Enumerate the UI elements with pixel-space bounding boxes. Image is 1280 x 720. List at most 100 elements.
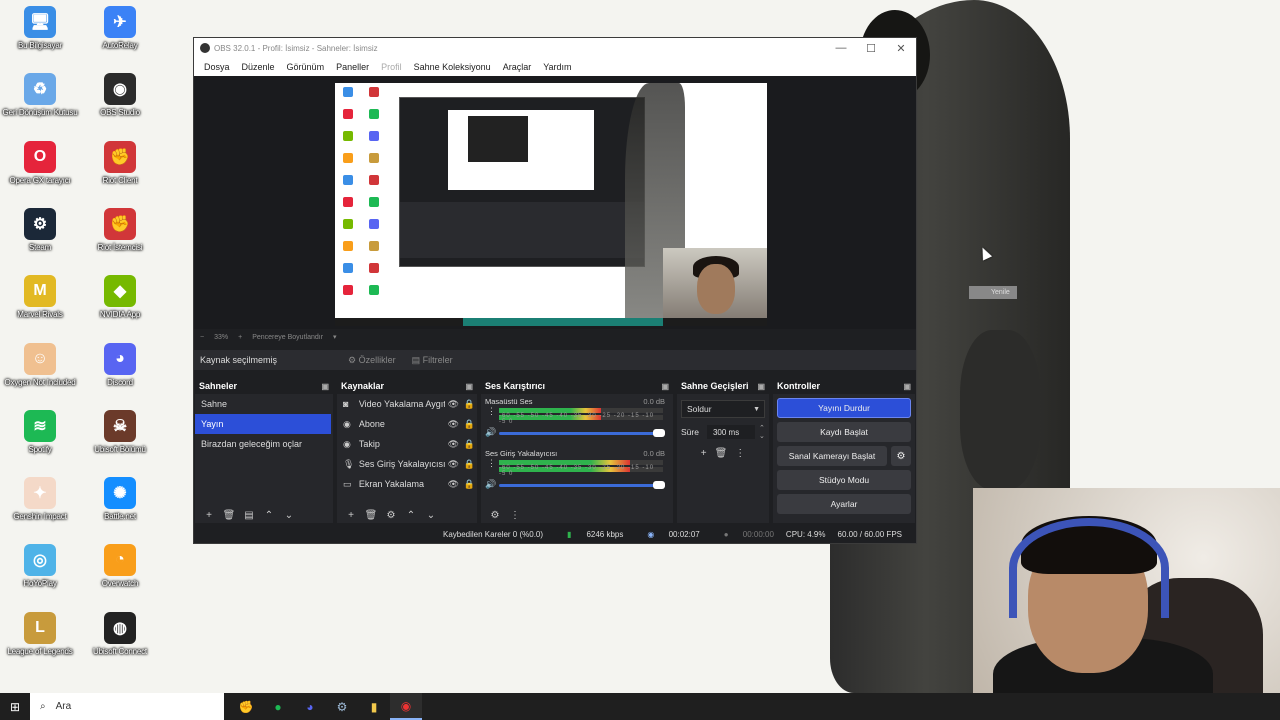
transition-menu-icon[interactable]: ⋮ bbox=[735, 448, 745, 459]
volume-slider[interactable] bbox=[499, 429, 665, 437]
close-button[interactable]: ✕ bbox=[886, 42, 916, 55]
spotify-taskbar-icon[interactable]: ● bbox=[262, 693, 294, 720]
volume-slider-knob[interactable] bbox=[653, 429, 665, 437]
desktop-shortcut[interactable]: O Opera GX tarayıcı bbox=[0, 140, 80, 203]
desktop-shortcut[interactable]: ♻ Geri Dönüşüm Kutusu bbox=[0, 73, 80, 135]
steam-taskbar-icon[interactable]: ⚙ bbox=[326, 693, 358, 720]
obs-titlebar[interactable]: OBS 32.0.1 - Profil: İsimsiz - Sahneler:… bbox=[194, 38, 916, 58]
move-scene-up-button[interactable]: ⌃ bbox=[259, 510, 279, 521]
desktop-shortcut[interactable]: ☺ Oxygen Not Included bbox=[0, 342, 80, 405]
source-item[interactable]: ◉ Abone 👁 🔒 bbox=[337, 414, 477, 434]
eye-icon[interactable]: 👁 bbox=[445, 459, 461, 470]
desktop-shortcut[interactable]: ◉ OBS Studio bbox=[80, 73, 160, 135]
menu-view[interactable]: Görünüm bbox=[281, 62, 331, 72]
desktop-shortcut[interactable]: ✺ Battle.net bbox=[80, 477, 160, 539]
move-scene-down-button[interactable]: ⌄ bbox=[279, 510, 299, 521]
desktop-shortcut[interactable]: ◆ NVIDIA App bbox=[80, 275, 160, 337]
add-scene-button[interactable]: + bbox=[199, 510, 219, 521]
desktop-shortcut[interactable]: ◍ Ubisoft Connect bbox=[80, 611, 160, 674]
riot-taskbar-icon[interactable]: ✊ bbox=[230, 693, 262, 720]
desktop-shortcut[interactable]: ≋ Spotify bbox=[0, 409, 80, 472]
preview-area[interactable] bbox=[194, 76, 916, 329]
desktop-shortcut[interactable]: ◔ Overwatch bbox=[80, 544, 160, 606]
zoom-dropdown-icon[interactable]: ▾ bbox=[333, 333, 337, 341]
add-source-button[interactable]: + bbox=[341, 510, 361, 521]
undock-icon[interactable]: ▣ bbox=[661, 382, 669, 391]
move-source-up-button[interactable]: ⌃ bbox=[401, 510, 421, 521]
eye-icon[interactable]: 👁 bbox=[445, 419, 461, 430]
source-item[interactable]: ▭ Ekran Yakalama 👁 🔒 bbox=[337, 474, 477, 494]
undock-icon[interactable]: ▣ bbox=[465, 382, 473, 391]
menu-docks[interactable]: Paneller bbox=[330, 62, 375, 72]
properties-button[interactable]: ⚙ Özellikler bbox=[348, 355, 396, 366]
obs-taskbar-icon[interactable]: ◉ bbox=[390, 693, 422, 720]
desktop-shortcut[interactable]: M Marvel Rivals bbox=[0, 275, 80, 337]
menu-profile[interactable]: Profil bbox=[375, 62, 408, 72]
studio-mode-button[interactable]: Stüdyo Modu bbox=[777, 470, 911, 490]
remove-transition-button[interactable]: 🗑 bbox=[715, 448, 728, 459]
speaker-icon[interactable]: 🔊 bbox=[485, 427, 496, 438]
mixer-settings-icon[interactable]: ⚙ bbox=[485, 510, 505, 521]
virtual-camera-settings-icon[interactable]: ⚙ bbox=[891, 446, 911, 466]
lock-icon[interactable]: 🔒 bbox=[461, 439, 477, 450]
scene-filters-button[interactable]: ▤ bbox=[239, 510, 259, 521]
filters-button[interactable]: ▤ Filtreler bbox=[412, 355, 453, 366]
duration-spinner-icon[interactable]: ⌃ ⌄ bbox=[759, 424, 765, 440]
channel-menu-icon[interactable]: ⋮ bbox=[487, 406, 496, 417]
volume-slider[interactable] bbox=[499, 481, 665, 489]
speaker-icon[interactable]: 🔊 bbox=[485, 479, 496, 490]
scene-item[interactable]: Sahne bbox=[195, 394, 333, 414]
undock-icon[interactable]: ▣ bbox=[757, 382, 765, 391]
lock-icon[interactable]: 🔒 bbox=[461, 459, 477, 470]
menu-file[interactable]: Dosya bbox=[198, 62, 236, 72]
source-item[interactable]: 🎙 Ses Giriş Yakalayıcısı 👁 🔒 bbox=[337, 454, 477, 474]
fit-to-window-button[interactable]: Pencereye Boyutlandır bbox=[252, 334, 323, 341]
add-transition-button[interactable]: + bbox=[701, 448, 707, 459]
lock-icon[interactable]: 🔒 bbox=[461, 399, 477, 410]
file-explorer-icon[interactable]: ▮ bbox=[358, 693, 390, 720]
menu-help[interactable]: Yardım bbox=[537, 62, 577, 72]
minimize-button[interactable]: — bbox=[826, 42, 856, 55]
taskbar-search[interactable]: ⌕ Ara bbox=[30, 693, 224, 720]
desktop-shortcut[interactable]: L League of Legends bbox=[0, 611, 80, 674]
desktop-shortcut[interactable]: ☠ Ubisoft Bölümü bbox=[80, 409, 160, 472]
undock-icon[interactable]: ▣ bbox=[321, 382, 329, 391]
windows-start-icon[interactable]: ⊞ bbox=[0, 693, 30, 720]
undock-icon[interactable]: ▣ bbox=[903, 382, 911, 391]
zoom-out-button[interactable]: − bbox=[200, 334, 204, 341]
move-source-down-button[interactable]: ⌄ bbox=[421, 510, 441, 521]
eye-icon[interactable]: 👁 bbox=[445, 479, 461, 490]
menu-edit[interactable]: Düzenle bbox=[236, 62, 281, 72]
eye-icon[interactable]: 👁 bbox=[445, 439, 461, 450]
remove-scene-button[interactable]: 🗑 bbox=[219, 510, 239, 521]
desktop-shortcut[interactable]: ◕ Discord bbox=[80, 342, 160, 405]
lock-icon[interactable]: 🔒 bbox=[461, 479, 477, 490]
stop-streaming-button[interactable]: Yayını Durdur bbox=[777, 398, 911, 418]
desktop-shortcut[interactable]: ✈ AutoRelay bbox=[80, 6, 160, 68]
mixer-menu-icon[interactable]: ⋮ bbox=[505, 510, 525, 521]
scene-item[interactable]: Yayın bbox=[195, 414, 331, 434]
desktop-shortcut[interactable]: ◎ HoYoPlay bbox=[0, 544, 80, 606]
desktop-shortcut[interactable]: ⚙ Steam bbox=[0, 207, 80, 270]
transition-select[interactable]: Soldur ▼ bbox=[681, 400, 765, 418]
source-item[interactable]: ◙ Video Yakalama Aygıtı 👁 🔒 bbox=[337, 394, 477, 414]
channel-menu-icon[interactable]: ⋮ bbox=[487, 458, 496, 469]
settings-button[interactable]: Ayarlar bbox=[777, 494, 911, 514]
lock-icon[interactable]: 🔒 bbox=[461, 419, 477, 430]
duration-input[interactable]: 300 ms bbox=[706, 425, 755, 439]
desktop-shortcut[interactable]: ✦ Genshin Impact bbox=[0, 477, 80, 539]
eye-icon[interactable]: 👁 bbox=[445, 399, 461, 410]
volume-slider-knob[interactable] bbox=[653, 481, 665, 489]
discord-taskbar-icon[interactable]: ◕ bbox=[294, 693, 326, 720]
desktop-shortcut[interactable]: ✊ Riot İstemcisi bbox=[80, 207, 160, 270]
maximize-button[interactable]: ☐ bbox=[856, 42, 886, 55]
preview-canvas[interactable] bbox=[335, 83, 767, 326]
menu-scene-collection[interactable]: Sahne Koleksiyonu bbox=[408, 62, 497, 72]
scene-item[interactable]: Birazdan geleceğim oçlar bbox=[195, 434, 333, 454]
menu-tools[interactable]: Araçlar bbox=[497, 62, 538, 72]
remove-source-button[interactable]: 🗑 bbox=[361, 510, 381, 521]
zoom-in-button[interactable]: + bbox=[238, 334, 242, 341]
source-item[interactable]: ◉ Takip 👁 🔒 bbox=[337, 434, 477, 454]
source-properties-button[interactable]: ⚙ bbox=[381, 510, 401, 521]
desktop-shortcut[interactable]: 🖥 Bu Bilgisayar bbox=[0, 6, 80, 68]
